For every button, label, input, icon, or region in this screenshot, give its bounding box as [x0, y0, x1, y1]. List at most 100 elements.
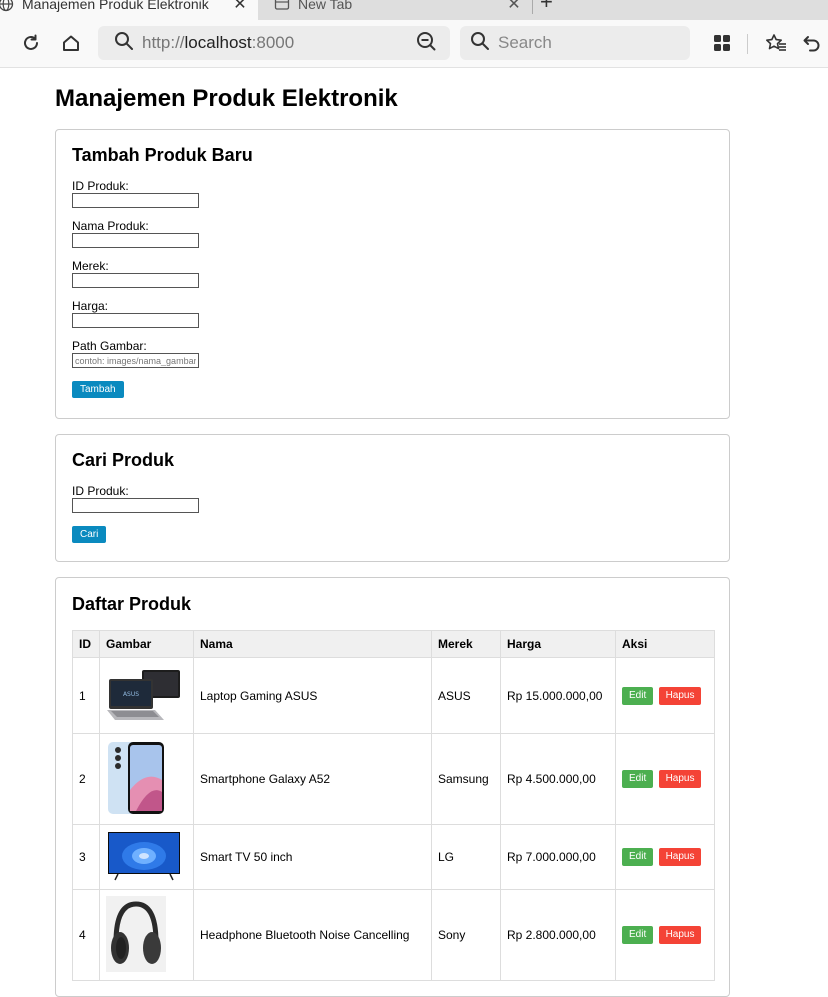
globe-icon [0, 0, 14, 12]
column-header-actions: Aksi [615, 630, 715, 658]
add-product-heading: Tambah Produk Baru [72, 145, 253, 165]
search-product-heading: Cari Produk [72, 450, 175, 470]
cell-brand: LG [431, 824, 501, 890]
product-name-label: Nama Produk: [72, 219, 149, 233]
new-tab-page-icon [274, 0, 290, 12]
search-button[interactable]: Cari [72, 526, 107, 543]
cell-price: Rp 2.800.000,00 [500, 889, 616, 981]
page-content: Manajemen Produk Elektronik Tambah Produ… [55, 68, 730, 997]
reload-icon[interactable] [19, 31, 43, 55]
page-title: Manajemen Produk Elektronik [55, 85, 398, 112]
edit-button[interactable]: Edit [622, 770, 654, 788]
add-product-button[interactable]: Tambah [72, 381, 124, 398]
search-product-card: Cari Produk ID Produk: Cari [55, 434, 730, 562]
table-header-row: ID Gambar Nama Merek Harga Aksi [72, 630, 715, 658]
search-placeholder: Search [498, 33, 552, 52]
search-icon [114, 31, 134, 56]
cell-brand: ASUS [431, 657, 501, 734]
cell-actions: Edit Hapus [615, 657, 715, 734]
laptop-image: ASUS [107, 670, 180, 720]
cell-image [99, 733, 194, 825]
close-tab-icon[interactable]: ✕ [230, 0, 250, 14]
url-prefix: http:// [142, 33, 185, 52]
cell-image [99, 824, 194, 890]
cell-name: Headphone Bluetooth Noise Cancelling [193, 889, 432, 981]
toolbar-separator [747, 34, 748, 54]
close-tab-icon[interactable]: ✕ [504, 0, 524, 14]
search-icon [470, 31, 490, 56]
delete-button[interactable]: Hapus [658, 686, 702, 705]
url-host: localhost [184, 33, 252, 52]
cell-actions: Edit Hapus [615, 733, 715, 825]
cell-id: 4 [72, 889, 100, 981]
new-tab-plus-icon[interactable]: + [540, 0, 553, 20]
product-list-card: Daftar Produk ID Gambar Nama Merek Harga… [55, 577, 730, 997]
search-id-input[interactable] [72, 498, 199, 513]
product-table: ID Gambar Nama Merek Harga Aksi 1 ASUS L… [72, 630, 715, 981]
product-id-label: ID Produk: [72, 179, 129, 193]
url-port: :8000 [251, 33, 295, 52]
edit-button[interactable]: Edit [622, 848, 654, 866]
cell-id: 3 [72, 824, 100, 890]
price-input[interactable] [72, 313, 199, 328]
brand-field: Merek: [72, 259, 713, 288]
table-row: 4 Headphone Bluetooth Noise Cancelling S… [72, 889, 715, 981]
product-name-input[interactable] [72, 233, 199, 248]
cell-id: 2 [72, 733, 100, 825]
home-icon[interactable] [59, 31, 83, 55]
column-header-id: ID [72, 630, 100, 658]
product-id-field: ID Produk: [72, 179, 713, 208]
cell-name: Smartphone Galaxy A52 [193, 733, 432, 825]
brand-input[interactable] [72, 273, 199, 288]
cell-image [99, 889, 194, 981]
cell-brand: Sony [431, 889, 501, 981]
tab-active[interactable]: Manajemen Produk Elektronik ✕ [0, 0, 258, 20]
search-id-label: ID Produk: [72, 484, 129, 498]
column-header-image: Gambar [99, 630, 194, 658]
price-label: Harga: [72, 299, 109, 313]
edit-button[interactable]: Edit [622, 686, 654, 705]
cell-name: Smart TV 50 inch [193, 824, 432, 890]
undo-icon[interactable] [800, 31, 824, 55]
column-header-name: Nama [193, 630, 432, 658]
tv-image [108, 831, 180, 880]
tab-title: New Tab [298, 0, 353, 12]
brand-label: Merek: [72, 259, 109, 273]
add-product-card: Tambah Produk Baru ID Produk: Nama Produ… [55, 129, 730, 419]
cell-price: Rp 15.000.000,00 [500, 657, 616, 734]
price-field: Harga: [72, 299, 713, 328]
cell-actions: Edit Hapus [615, 889, 715, 981]
cell-name: Laptop Gaming ASUS [193, 657, 432, 734]
url-text: http://localhost:8000 [142, 33, 416, 53]
tab-inactive[interactable]: New Tab ✕ [260, 0, 532, 20]
delete-button[interactable]: Hapus [658, 926, 702, 944]
svg-text:ASUS: ASUS [123, 691, 139, 698]
table-row: 3 Smart TV 50 inch LG Rp 7.000.000,00 Ed… [72, 824, 715, 890]
search-id-field: ID Produk: [72, 484, 713, 513]
tab-title: Manajemen Produk Elektronik [22, 0, 209, 12]
cell-price: Rp 4.500.000,00 [500, 733, 616, 825]
apps-grid-icon[interactable] [710, 31, 734, 55]
table-row: 2 Smartphone Galaxy A52 Samsung Rp 4.500… [72, 733, 715, 825]
product-id-input[interactable] [72, 193, 199, 208]
delete-button[interactable]: Hapus [658, 770, 702, 788]
favorites-icon[interactable] [764, 31, 788, 55]
zoom-out-icon[interactable] [416, 31, 436, 56]
column-header-price: Harga [500, 630, 616, 658]
navigation-toolbar: http://localhost:8000 Search [0, 20, 828, 68]
cell-actions: Edit Hapus [615, 824, 715, 890]
cell-brand: Samsung [431, 733, 501, 825]
cell-image: ASUS [99, 657, 194, 734]
tab-bar: Manajemen Produk Elektronik ✕ New Tab ✕ … [0, 0, 828, 20]
search-bar[interactable]: Search [460, 26, 690, 60]
image-path-label: Path Gambar: [72, 339, 147, 353]
edit-button[interactable]: Edit [622, 926, 654, 944]
image-path-input[interactable] [72, 353, 199, 368]
table-row: 1 ASUS Laptop Gaming ASUS ASUS Rp 15.000… [72, 657, 715, 734]
delete-button[interactable]: Hapus [658, 848, 702, 866]
product-name-field: Nama Produk: [72, 219, 713, 248]
headphone-image [106, 895, 166, 972]
tab-separator [532, 0, 533, 14]
smartphone-image [108, 741, 164, 814]
address-bar[interactable]: http://localhost:8000 [98, 26, 450, 60]
